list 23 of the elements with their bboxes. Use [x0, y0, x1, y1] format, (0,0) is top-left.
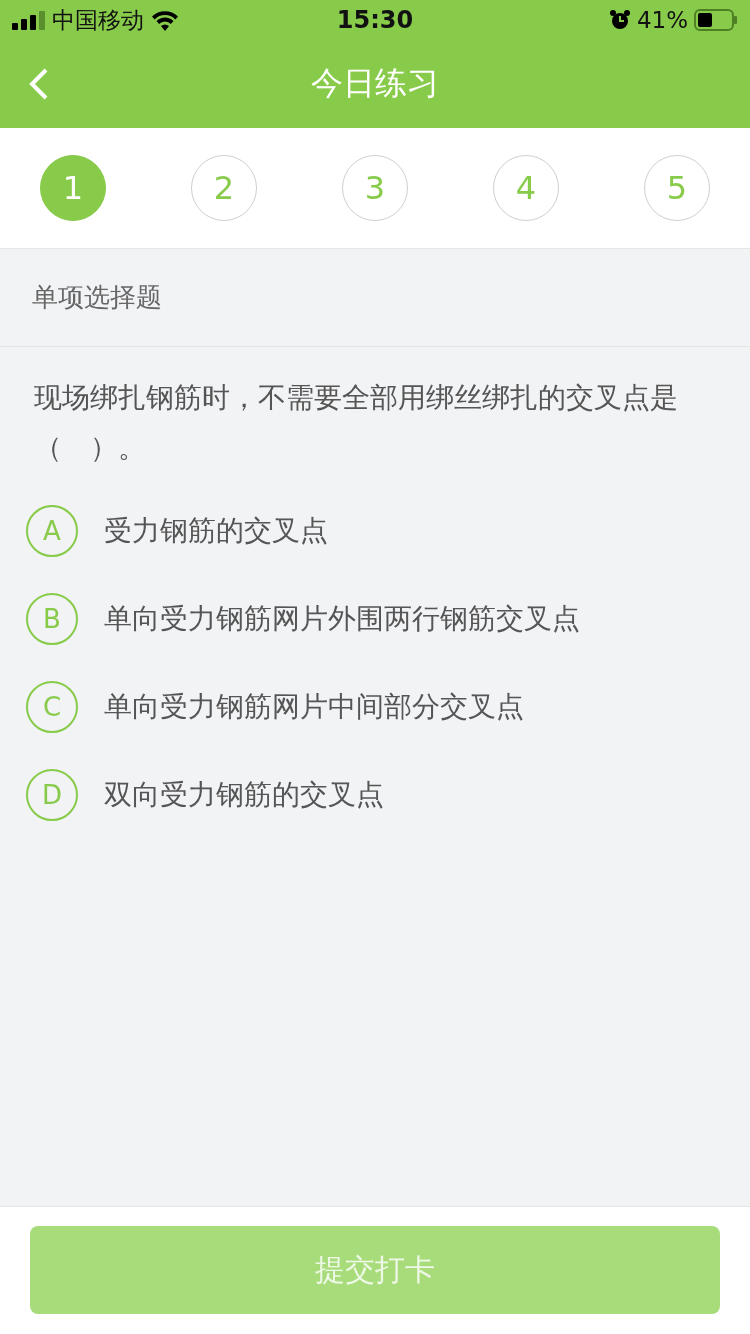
signal-icon — [12, 10, 46, 30]
section-title: 单项选择题 — [32, 281, 162, 314]
option-text[interactable]: 受力钢筋的交叉点 — [104, 512, 328, 550]
battery-percent: 41% — [636, 7, 688, 33]
step-button[interactable]: 5 — [644, 155, 710, 221]
step-button[interactable]: 2 — [191, 155, 257, 221]
option-letter[interactable]: C — [26, 681, 78, 733]
alarm-icon — [608, 9, 631, 31]
option-letter[interactable]: D — [26, 769, 78, 821]
option-text[interactable]: 单向受力钢筋网片外围两行钢筋交叉点 — [104, 600, 580, 638]
clock-time: 15:30 — [336, 6, 414, 34]
option-text[interactable]: 单向受力钢筋网片中间部分交叉点 — [104, 688, 524, 726]
wifi-icon — [150, 9, 180, 31]
battery-icon — [694, 9, 738, 31]
option-letter[interactable]: A — [26, 505, 78, 557]
option-letter[interactable]: B — [26, 593, 78, 645]
carrier-name: 中国移动 — [52, 5, 144, 35]
step-button[interactable]: 4 — [493, 155, 559, 221]
step-button[interactable]: 1 — [40, 155, 106, 221]
page-title: 今日练习 — [311, 63, 439, 104]
option-text[interactable]: 双向受力钢筋的交叉点 — [104, 776, 384, 814]
question-text: 现场绑扎钢筋时，不需要全部用绑丝绑扎的交叉点是（ ）。 — [33, 380, 679, 466]
step-button[interactable]: 3 — [342, 155, 408, 221]
